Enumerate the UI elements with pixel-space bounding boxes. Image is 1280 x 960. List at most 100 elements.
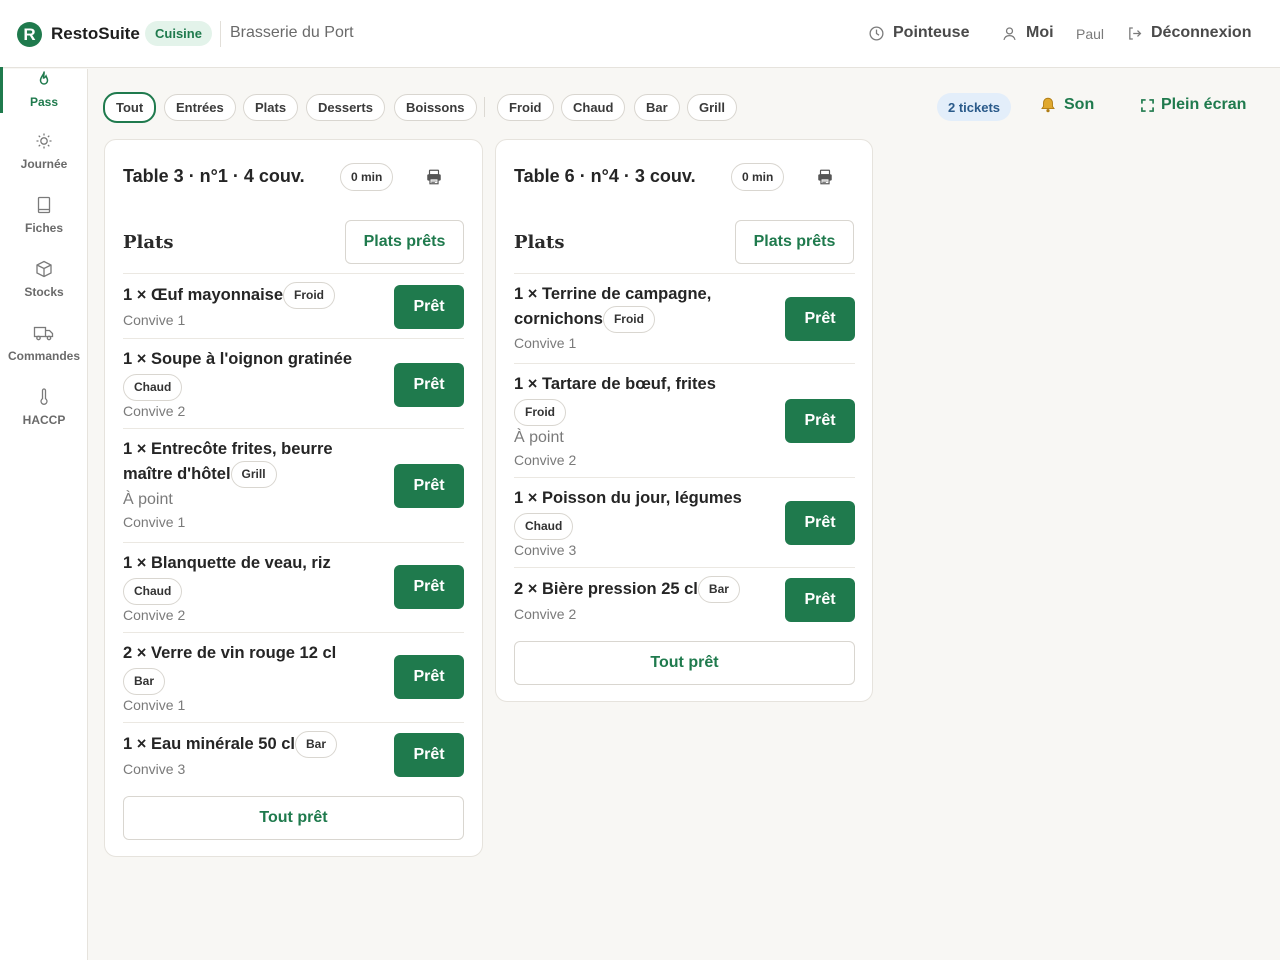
filter-divider [484,97,485,117]
order-item: 2 × Bière pression 25 cl Bar Convive 2 Pr… [514,567,855,632]
fullscreen-icon [1141,98,1154,112]
order-item: 1 × Entrecôte frites, beurre maître d'hô… [123,428,464,542]
filter-chip-entrees[interactable]: Entrées [164,94,236,121]
order-item: 1 × Poisson du jour, légumes Chaud Convi… [514,477,855,567]
item-name-line2: maître d'hôtel [123,464,231,483]
station-tag: Bar [697,576,740,603]
sidebar-item-pass[interactable]: Pass [0,67,88,129]
item-ready-button[interactable]: Prêt [785,578,855,622]
item-guest: Convive 3 [123,761,186,777]
station-tag: Froid [283,282,336,309]
sidebar: Pass Journée Fiches Stocks Commandes HAC… [0,67,88,960]
sidebar-item-label: Fiches [24,221,63,235]
item-ready-button[interactable]: Prêt [394,655,464,699]
item-ready-button[interactable]: Prêt [394,733,464,777]
sidebar-item-fiches[interactable]: Fiches [0,195,88,255]
truck-icon [33,326,54,341]
restosuite-logo[interactable]: R [17,22,42,47]
item-ready-button[interactable]: Prêt [394,464,464,508]
item-ready-button[interactable]: Prêt [394,565,464,609]
time-clock-button[interactable]: Pointeuse [868,24,969,42]
section-title: Plats [514,232,565,253]
item-ready-button[interactable]: Prêt [785,399,855,443]
flame-icon [39,71,49,85]
item-name: 1 × Poisson du jour, légumes [514,489,742,507]
sound-toggle-button[interactable]: Son [1039,96,1094,114]
profile-button[interactable]: Moi [1001,24,1054,42]
user-icon [1003,26,1016,40]
filter-chip-bar[interactable]: Bar [634,94,680,121]
fullscreen-button[interactable]: Plein écran [1141,96,1246,114]
printer-icon[interactable] [816,168,834,186]
filter-chip-grill[interactable]: Grill [687,94,738,121]
order-item: 1 × Eau minérale 50 cl Bar Convive 3 Prêt [123,722,464,787]
item-name: 1 × Blanquette de veau, riz [123,554,331,572]
station-tag: Froid [602,306,655,333]
active-indicator [0,67,3,113]
order-item: 2 × Verre de vin rouge 12 cl Bar Convive… [123,632,464,722]
item-guest: Convive 1 [123,514,186,530]
sidebar-item-stocks[interactable]: Stocks [0,259,88,319]
item-name: 2 × Verre de vin rouge 12 cl [123,644,337,662]
all-ready-button[interactable]: Tout prêt [514,641,855,685]
item-name: 2 × Bière pression 25 cl [514,579,698,598]
fullscreen-label: Plein écran [1161,96,1247,113]
sidebar-item-journee[interactable]: Journée [0,131,88,191]
item-name: 1 × Eau minérale 50 cl [123,734,295,753]
item-guest: Convive 2 [514,606,577,622]
order-item: 1 × Terrine de campagne, cornichons Froid… [514,273,855,363]
all-ready-button[interactable]: Tout prêt [123,796,464,840]
sidebar-item-commandes[interactable]: Commandes [0,323,88,383]
book-icon [37,196,51,214]
item-name: 1 × Œuf mayonnaise [123,285,284,304]
thermometer-icon [40,388,48,405]
username: Paul [1076,26,1105,42]
item-name-line2: cornichons [514,309,603,328]
item-guest: Convive 2 [123,403,186,419]
item-name-line1: 1 × Terrine de campagne, [514,285,712,303]
sidebar-item-label: Pass [29,95,59,109]
item-guest: Convive 2 [514,452,577,468]
sidebar-item-haccp[interactable]: HACCP [0,387,88,447]
brand-name: RestoSuite [51,24,140,43]
box-icon [36,260,52,278]
item-ready-button[interactable]: Prêt [394,363,464,407]
filter-chip-desserts[interactable]: Desserts [306,94,385,121]
station-tag: Grill [230,461,277,488]
order-item: 1 × Blanquette de veau, riz Chaud Conviv… [123,542,464,632]
item-ready-button[interactable]: Prêt [394,285,464,329]
item-guest: Convive 1 [514,335,577,351]
item-name: 1 × Tartare de bœuf, frites [514,375,716,393]
filter-chip-tout[interactable]: Tout [103,92,157,123]
ticket-card: Table 6 · n°4 · 3 couv. 0 min Plats Plat… [495,139,873,702]
order-item: 1 × Soupe à l'oignon gratinée Chaud Conv… [123,338,464,428]
filter-chip-chaud[interactable]: Chaud [561,94,626,121]
station-tag: Froid [514,399,566,426]
item-ready-button[interactable]: Prêt [785,501,855,545]
logout-button[interactable]: Déconnexion [1126,24,1251,42]
filter-chip-plats[interactable]: Plats [243,94,299,121]
ticket-title: Table 6 · n°4 · 3 couv. [514,166,696,186]
station-tag: Chaud [123,578,183,605]
item-guest: Convive 1 [123,697,186,713]
top-header: R RestoSuite Cuisine Brasserie du Port P… [0,0,1280,68]
ticket-card: Table 3 · n°1 · 4 couv. 0 min Plats Plat… [104,139,483,857]
section-ready-button[interactable]: Plats prêts [345,220,464,264]
station-tag: Bar [294,731,337,758]
filter-chip-boissons[interactable]: Boissons [394,94,477,121]
printer-icon[interactable] [425,168,443,186]
time-clock-label: Pointeuse [893,24,970,41]
sidebar-item-label: HACCP [22,413,66,427]
establishment-name: Brasserie du Port [230,24,354,41]
item-guest: Convive 1 [123,312,186,328]
bell-icon [1041,97,1055,113]
item-name: 1 × Soupe à l'oignon gratinée [123,350,353,368]
item-ready-button[interactable]: Prêt [785,297,855,341]
profile-label: Moi [1026,24,1054,41]
filter-chip-froid[interactable]: Froid [497,94,554,121]
section-ready-button[interactable]: Plats prêts [735,220,854,264]
ticket-title: Table 3 · n°1 · 4 couv. [123,166,305,186]
sidebar-item-label: Commandes [7,349,81,363]
section-title: Plats [123,232,174,253]
item-cooking-note: À point [123,491,173,508]
